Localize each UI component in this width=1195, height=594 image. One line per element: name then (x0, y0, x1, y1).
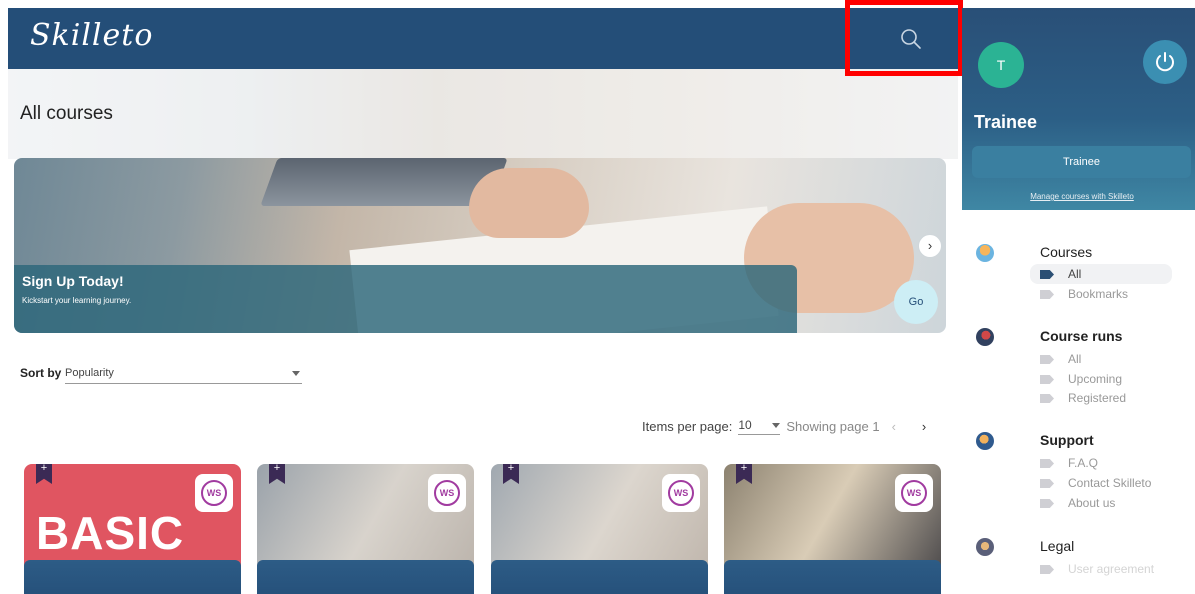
course-card[interactable]: + WS (491, 464, 708, 594)
logout-button[interactable] (1143, 40, 1187, 84)
showing-page-text: Showing page 1 (786, 419, 880, 434)
sidebar-section-title: Courses (1040, 244, 1093, 260)
course-card[interactable]: BASIC + WS (24, 464, 241, 594)
card-footer (724, 560, 941, 594)
sidebar-item-contact[interactable]: Contact Skilleto (1030, 473, 1172, 493)
sidebar-item-label: Registered (1068, 391, 1127, 405)
banner-subtitle: Kickstart your learning journey. (22, 296, 132, 305)
sidebar-item-courses-all[interactable]: All (1030, 264, 1172, 284)
tag-icon (1040, 565, 1054, 574)
ws-logo-icon: WS (434, 480, 460, 506)
hero-background (8, 69, 958, 159)
search-icon (901, 29, 921, 49)
card-footer (491, 560, 708, 594)
sort-value: Popularity (65, 367, 114, 379)
banner-caption: Sign Up Today! Kickstart your learning j… (14, 265, 797, 333)
sidebar-item-faq[interactable]: F.A.Q (1030, 453, 1172, 473)
bookmark-add-button[interactable]: + (736, 464, 752, 484)
banner-title: Sign Up Today! (22, 273, 124, 289)
banner-next-button[interactable]: › (918, 234, 942, 258)
caret-down-icon (772, 423, 781, 428)
support-icon (976, 432, 994, 450)
sidebar-profile-panel: T Trainee Trainee Manage courses with Sk… (962, 8, 1195, 210)
prev-page-button[interactable]: ‹ (892, 419, 896, 434)
bookmark-add-button[interactable]: + (269, 464, 285, 484)
banner-go-button[interactable]: Go (894, 280, 938, 324)
ws-badge: WS (428, 474, 466, 512)
ws-logo-icon: WS (201, 480, 227, 506)
sort-select[interactable]: Popularity (65, 364, 302, 384)
courses-icon (976, 244, 994, 262)
card-footer (24, 560, 241, 594)
bookmark-add-button[interactable]: + (503, 464, 519, 484)
card-image-text: BASIC (36, 507, 185, 559)
caret-down-icon (292, 371, 300, 376)
role-title: Trainee (974, 112, 1038, 132)
sidebar-item-label: About us (1068, 496, 1116, 510)
sidebar-item-label: All (1068, 267, 1082, 281)
role-button[interactable]: Trainee (972, 146, 1191, 178)
sort-label: Sort by (20, 366, 62, 380)
course-card[interactable]: + WS (257, 464, 474, 594)
page-title: All courses (20, 103, 113, 124)
sidebar-item-user-agreement[interactable]: User agreement (1030, 559, 1172, 579)
sidebar-item-label: All (1068, 352, 1082, 366)
power-icon (1156, 52, 1174, 72)
ws-logo-icon: WS (901, 480, 927, 506)
items-per-page-label: Items per page: (642, 419, 733, 434)
tag-icon (1040, 479, 1054, 488)
tag-icon (1040, 459, 1054, 468)
ws-logo-icon: WS (668, 480, 694, 506)
sidebar-item-label: Contact Skilleto (1068, 476, 1152, 490)
avatar[interactable]: T (978, 42, 1024, 88)
tag-icon (1040, 270, 1054, 279)
logo[interactable]: Skilleto (30, 18, 153, 53)
sidebar-item-registered[interactable]: Registered (1030, 388, 1172, 408)
next-page-button[interactable]: › (922, 419, 926, 434)
banner-image-hand (469, 168, 589, 238)
sidebar-item-upcoming[interactable]: Upcoming (1030, 369, 1172, 389)
ws-badge: WS (195, 474, 233, 512)
sidebar-section-title: Support (1040, 432, 1094, 448)
promo-banner: Sign Up Today! Kickstart your learning j… (14, 158, 946, 333)
tag-icon (1040, 290, 1054, 299)
tag-icon (1040, 375, 1054, 384)
sidebar-item-label: F.A.Q (1068, 456, 1099, 470)
sidebar: T Trainee Trainee Manage courses with Sk… (962, 8, 1195, 594)
legal-icon (976, 538, 994, 556)
manage-courses-link[interactable]: Manage courses with Skilleto (962, 192, 1195, 201)
sidebar-item-bookmarks[interactable]: Bookmarks (1030, 284, 1172, 304)
sidebar-item-label: Bookmarks (1068, 287, 1129, 301)
sidebar-item-about[interactable]: About us (1030, 493, 1172, 513)
pagination: Items per page: 10 Showing page 1 ‹ › (642, 418, 926, 435)
tag-icon (1040, 355, 1054, 364)
items-per-page-value: 10 (738, 418, 752, 432)
sidebar-item-runs-all[interactable]: All (1030, 349, 1172, 369)
sidebar-item-label: User agreement (1068, 562, 1155, 576)
course-card[interactable]: + WS (724, 464, 941, 594)
items-per-page-select[interactable]: 10 (738, 418, 781, 435)
sidebar-section-title: Legal (1040, 538, 1075, 554)
search-button[interactable] (896, 24, 926, 54)
tag-icon (1040, 499, 1054, 508)
sidebar-section-title: Course runs (1040, 328, 1123, 344)
card-footer (257, 560, 474, 594)
ws-badge: WS (662, 474, 700, 512)
tag-icon (1040, 394, 1054, 403)
ws-badge: WS (895, 474, 933, 512)
top-bar: Skilleto (8, 8, 958, 69)
main-area: Skilleto All courses Sign Up Today! Kick… (8, 8, 958, 594)
sidebar-item-label: Upcoming (1068, 372, 1123, 386)
course-runs-icon (976, 328, 994, 346)
bookmark-add-button[interactable]: + (36, 464, 52, 484)
app-page: Skilleto All courses Sign Up Today! Kick… (0, 0, 1195, 594)
